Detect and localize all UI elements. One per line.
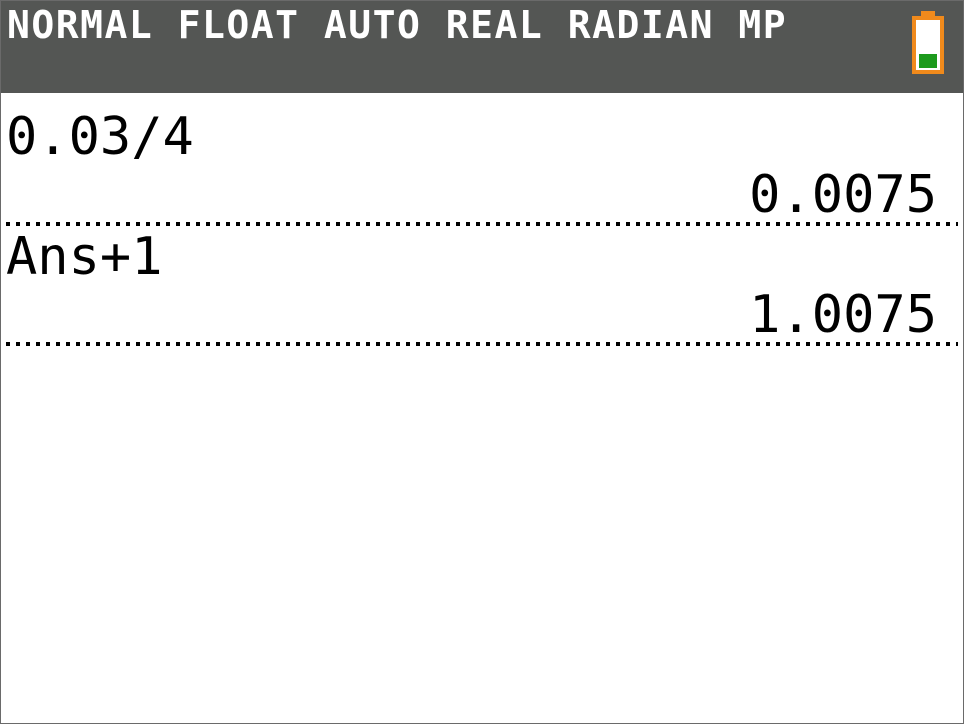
entry-expression: 0.03/4	[6, 107, 194, 167]
entry-result: 0.0075	[749, 165, 937, 225]
entry-expression: Ans+1	[6, 227, 163, 287]
battery-icon	[912, 11, 944, 74]
entry-divider	[6, 222, 958, 226]
entry-divider	[6, 342, 958, 346]
history-entry[interactable]: Ans+1 1.0075	[1, 229, 963, 349]
entry-result: 1.0075	[749, 285, 937, 345]
status-bar: NORMAL FLOAT AUTO REAL RADIAN MP	[1, 1, 963, 93]
history-entry[interactable]: 0.03/4 0.0075	[1, 109, 963, 229]
battery-level	[919, 54, 937, 68]
mode-indicator: NORMAL FLOAT AUTO REAL RADIAN MP	[7, 3, 788, 47]
calculator-screen: NORMAL FLOAT AUTO REAL RADIAN MP 0.03/4 …	[0, 0, 964, 724]
input-area[interactable]	[1, 351, 963, 721]
